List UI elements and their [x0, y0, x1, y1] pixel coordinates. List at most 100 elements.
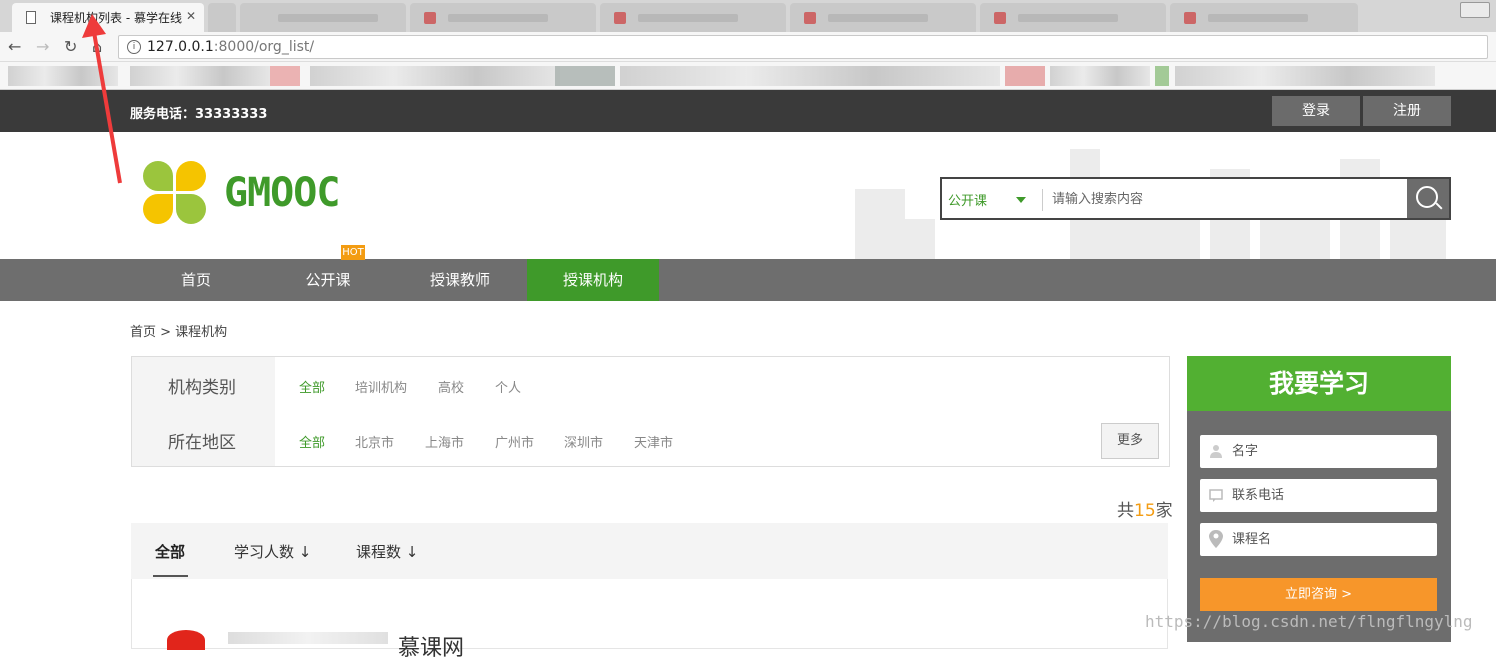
bookmark-item[interactable] — [270, 66, 300, 86]
nav-open-courses[interactable]: 公开课 — [262, 259, 394, 301]
browser-tab[interactable] — [980, 3, 1166, 32]
bookmark-item[interactable] — [620, 66, 1000, 86]
bookmark-item[interactable] — [1050, 66, 1150, 86]
name-field[interactable] — [1200, 435, 1437, 468]
phone-field[interactable] — [1200, 479, 1437, 512]
info-icon[interactable]: i — [127, 40, 141, 54]
favicon-icon — [994, 12, 1006, 24]
search-button[interactable] — [1407, 179, 1449, 218]
search-box: 公开课 — [940, 177, 1451, 220]
search-type-select[interactable]: 公开课 — [948, 190, 987, 209]
logo-petal — [176, 194, 206, 224]
region-option[interactable]: 天津市 — [634, 432, 673, 451]
browser-tab[interactable] — [600, 3, 786, 32]
phone-input[interactable] — [1232, 485, 1422, 505]
category-option[interactable]: 个人 — [495, 377, 521, 396]
hotline: 服务电话：33333333 — [130, 103, 267, 122]
org-name[interactable]: 慕课网 — [398, 630, 464, 662]
close-icon[interactable]: ✕ — [186, 9, 196, 23]
favicon-icon — [424, 12, 436, 24]
org-logo-icon[interactable] — [167, 630, 205, 650]
search-icon-handle — [1435, 202, 1443, 210]
consult-button[interactable]: 立即咨询 > — [1200, 578, 1437, 611]
hot-badge: HOT — [341, 245, 365, 260]
search-icon — [1416, 186, 1438, 208]
address-bar: ← → ↻ ⌂ i 127.0.0.1:8000/org_list/ — [0, 32, 1496, 62]
new-tab-button[interactable] — [208, 3, 236, 32]
favicon-icon — [1184, 12, 1196, 24]
url-input[interactable]: i 127.0.0.1:8000/org_list/ — [118, 35, 1488, 59]
bookmark-item[interactable] — [1155, 66, 1169, 86]
search-input[interactable] — [1052, 187, 1392, 211]
reload-icon[interactable]: ↻ — [64, 37, 77, 56]
hotline-label: 服务电话： — [130, 107, 196, 122]
region-label: 所在地区 — [168, 433, 236, 453]
category-option[interactable]: 全部 — [299, 377, 325, 396]
register-button[interactable]: 注册 — [1363, 96, 1451, 126]
nav-organizations[interactable]: 授课机构 — [527, 259, 659, 301]
total-prefix: 共 — [1117, 501, 1134, 521]
chevron-down-icon[interactable] — [1016, 197, 1026, 203]
bookmark-item[interactable] — [310, 66, 560, 86]
category-option[interactable]: 培训机构 — [355, 377, 407, 396]
browser-tab[interactable] — [410, 3, 596, 32]
favicon-icon — [804, 12, 816, 24]
user-icon — [1210, 445, 1222, 458]
nav-teachers[interactable]: 授课教师 — [394, 259, 526, 301]
hotline-number: 33333333 — [195, 107, 268, 122]
region-option[interactable]: 广州市 — [495, 432, 534, 451]
region-option[interactable]: 上海市 — [425, 432, 464, 451]
url-host: 127.0.0.1 — [147, 39, 214, 55]
category-label: 机构类别 — [168, 378, 236, 398]
logo-icon[interactable] — [143, 161, 207, 225]
region-option[interactable]: 北京市 — [355, 432, 394, 451]
logo-petal — [143, 161, 173, 191]
browser-tab[interactable] — [1170, 3, 1358, 32]
window-minimize-button[interactable] — [1460, 2, 1490, 18]
browser-tab[interactable] — [240, 3, 406, 32]
site-top-bar: 服务电话：33333333 登录 注册 — [0, 90, 1496, 132]
forward-icon[interactable]: → — [36, 37, 49, 56]
region-option[interactable]: 深圳市 — [564, 432, 603, 451]
browser-tab[interactable] — [790, 3, 976, 32]
bookmarks-bar — [0, 62, 1496, 90]
tab-all[interactable]: 全部 — [155, 541, 185, 562]
main-nav: 首页 公开课 授课教师 授课机构 — [0, 259, 1496, 301]
category-option[interactable]: 高校 — [438, 377, 464, 396]
brand-name[interactable]: GMOOC — [224, 170, 340, 216]
login-button[interactable]: 登录 — [1272, 96, 1360, 126]
total-count: 15 — [1134, 501, 1156, 521]
browser-tab-active[interactable]: 课程机构列表 - 慕学在线 ✕ — [12, 3, 204, 32]
tab-students[interactable]: 学习人数 ↓ — [234, 541, 311, 562]
url-path: :8000/org_list/ — [213, 39, 315, 55]
breadcrumb: 首页 > 课程机构 — [130, 325, 228, 340]
document-icon — [26, 11, 36, 24]
filter-labels: 机构类别 所在地区 — [132, 357, 275, 466]
learn-form-title: 我要学习 — [1187, 356, 1451, 411]
more-button[interactable]: 更多 — [1101, 423, 1159, 459]
watermark: https://blog.csdn.net/flngflngylng — [1145, 612, 1473, 631]
site-header: GMOOC 公开课 — [0, 132, 1496, 259]
back-icon[interactable]: ← — [8, 37, 21, 56]
logo-petal — [176, 161, 206, 191]
home-icon[interactable]: ⌂ — [92, 37, 102, 56]
tab-courses[interactable]: 课程数 ↓ — [356, 541, 418, 562]
favicon-icon — [614, 12, 626, 24]
course-input[interactable] — [1232, 529, 1422, 549]
name-input[interactable] — [1232, 441, 1422, 461]
bookmark-item[interactable] — [1005, 66, 1045, 86]
phone-icon — [1209, 489, 1223, 502]
region-option[interactable]: 全部 — [299, 432, 325, 451]
tab-title: 课程机构列表 - 慕学在线 — [50, 11, 182, 25]
skyline-decoration — [855, 189, 905, 259]
nav-home[interactable]: 首页 — [130, 259, 262, 301]
learn-form: 我要学习 立即咨询 > — [1187, 356, 1451, 642]
bookmark-item[interactable] — [8, 66, 118, 86]
bookmark-item[interactable] — [555, 66, 615, 86]
filter-panel: 机构类别 所在地区 全部 培训机构 高校 个人 全部 北京市 上海市 广州市 深… — [131, 356, 1170, 467]
course-field[interactable] — [1200, 523, 1437, 556]
bookmark-item[interactable] — [130, 66, 270, 86]
bookmark-item[interactable] — [1175, 66, 1435, 86]
logo-petal — [143, 194, 173, 224]
total-suffix: 家 — [1155, 501, 1173, 521]
